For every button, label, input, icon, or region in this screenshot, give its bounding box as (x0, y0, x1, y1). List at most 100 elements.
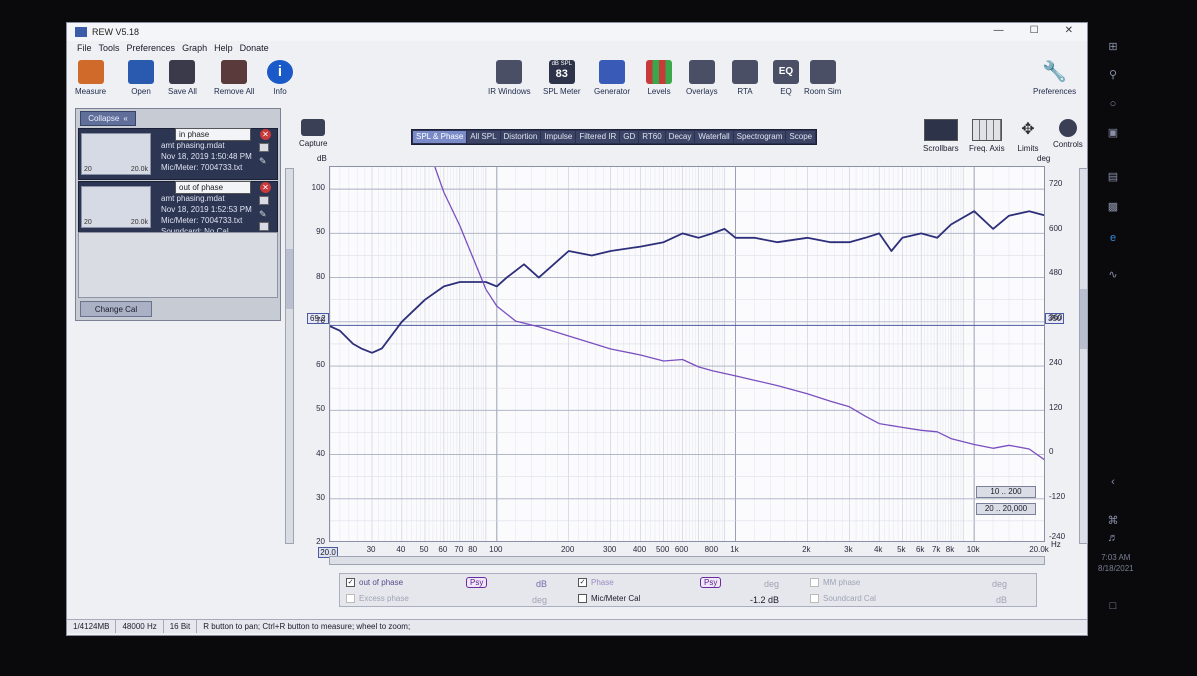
rew-taskbar-icon[interactable]: ∿ (1104, 268, 1122, 282)
scrollbar-thumb[interactable] (1080, 289, 1087, 349)
memory-status: 1/4124MB (67, 620, 117, 633)
menu-donate[interactable]: Donate (240, 43, 269, 53)
save-all-button[interactable]: Save All (168, 60, 197, 96)
task-view-icon[interactable]: ▣ (1104, 126, 1122, 140)
remove-measurement-icon[interactable]: ✕ (260, 182, 271, 193)
notifications-icon[interactable]: □ (1104, 600, 1122, 614)
scrollbar-thumb[interactable] (286, 249, 293, 309)
change-cal-button[interactable]: Change Cal (80, 301, 152, 317)
y-left-tick-label: 80 (316, 271, 325, 281)
search-icon[interactable]: ⚲ (1104, 68, 1122, 82)
menu-file[interactable]: File (77, 43, 92, 53)
spl-checkbox[interactable]: ✓ (346, 578, 355, 587)
bit-depth-status: 16 Bit (164, 620, 198, 633)
y-left-tick-label: 40 (316, 448, 325, 458)
measurement-name-field[interactable]: out of phase (175, 181, 251, 194)
edit-icon[interactable]: ✎ (259, 209, 269, 219)
graph-canvas[interactable] (330, 167, 1045, 542)
horizontal-scrollbar[interactable] (329, 556, 1045, 565)
measurement-item[interactable]: 20 20.0k out of phase ✕ amt phasing.mdat… (78, 181, 278, 236)
spl-psy-button[interactable]: Psy (466, 577, 488, 588)
controls-button[interactable]: Controls (1053, 119, 1083, 149)
phase-checkbox[interactable]: ✓ (578, 578, 587, 587)
rta-button[interactable]: RTA (732, 60, 758, 96)
range-10-200-button[interactable]: 10 .. 200 (976, 486, 1036, 498)
menu-help[interactable]: Help (214, 43, 233, 53)
phase-psy-button[interactable]: Psy (700, 577, 722, 588)
edge-icon[interactable]: e (1104, 232, 1122, 246)
spl-phase-graph[interactable]: 10 .. 200 20 .. 20,000 (329, 166, 1045, 542)
volume-icon[interactable]: ♬ (1104, 532, 1122, 546)
menu-graph[interactable]: Graph (182, 43, 207, 53)
spl-meter-button[interactable]: dB SPL 83 SPL Meter (543, 60, 581, 96)
excess-checkbox[interactable] (346, 594, 355, 603)
collapse-button[interactable]: Collapse « (80, 111, 136, 126)
overlays-button[interactable]: Overlays (686, 60, 718, 96)
legend-soundcard-row[interactable]: Soundcard Cal (810, 594, 876, 603)
tab-all-spl[interactable]: All SPL (467, 131, 500, 143)
x-tick-label: 70 (454, 545, 464, 554)
tab-gd[interactable]: GD (620, 131, 639, 143)
soundcard-checkbox[interactable] (810, 594, 819, 603)
sample-rate-status: 48000 Hz (116, 620, 164, 633)
preferences-button[interactable]: 🔧 Preferences (1033, 60, 1076, 96)
minimize-icon[interactable]: — (994, 25, 1004, 36)
measurement-item[interactable]: 20 20.0k in phase ✕ amt phasing.mdat Nov… (78, 128, 278, 180)
mm-phase-checkbox[interactable] (810, 578, 819, 587)
right-scrollbar[interactable] (1079, 168, 1088, 544)
file-explorer-icon[interactable]: ▤ (1104, 170, 1122, 184)
status-bar: 1/4124MB 48000 Hz 16 Bit R button to pan… (67, 619, 1087, 633)
eq-button[interactable]: EQ EQ (773, 60, 799, 96)
limits-button[interactable]: ✥ Limits (1015, 119, 1041, 153)
x-tick-label: 800 (704, 545, 719, 554)
remove-all-button[interactable]: Remove All (214, 60, 254, 96)
tab-scope[interactable]: Scope (786, 131, 816, 143)
menu-tools[interactable]: Tools (99, 43, 120, 53)
chevron-up-icon[interactable]: ‹ (1104, 476, 1122, 490)
tab-distortion[interactable]: Distortion (500, 131, 541, 143)
spl-trace (330, 210, 1044, 354)
tab-impulse[interactable]: Impulse (541, 131, 576, 143)
tab-rt60[interactable]: RT60 (639, 131, 665, 143)
ir-windows-button[interactable]: IR Windows (488, 60, 531, 96)
info-button[interactable]: i Info (267, 60, 293, 96)
freq-axis-button[interactable]: Freq. Axis (969, 119, 1005, 153)
menu-preferences[interactable]: Preferences (127, 43, 176, 53)
legend-spl-row[interactable]: ✓ out of phase (346, 578, 403, 587)
cortana-icon[interactable]: ○ (1104, 98, 1122, 112)
room-sim-button[interactable]: Room Sim (804, 60, 841, 96)
x-tick-label: 30 (366, 545, 376, 554)
legend-excess-row[interactable]: Excess phase (346, 594, 409, 603)
measurement-date: Nov 18, 2019 1:52:53 PM (161, 205, 252, 214)
tab-spl-phase[interactable]: SPL & Phase (413, 131, 467, 143)
left-scrollbar[interactable] (285, 168, 294, 544)
scrollbars-button[interactable]: Scrollbars (923, 119, 959, 153)
levels-button[interactable]: Levels (646, 60, 672, 96)
close-icon[interactable]: ✕ (1065, 25, 1073, 36)
windows-start-icon[interactable]: ⊞ (1104, 40, 1122, 54)
edit-icon[interactable]: ✎ (259, 156, 269, 166)
office-icon[interactable]: ▩ (1104, 200, 1122, 214)
legend-cal-row[interactable]: Mic/Meter Cal (578, 594, 640, 603)
save-measurement-icon[interactable] (259, 196, 269, 205)
measurement-name-field[interactable]: in phase (175, 128, 251, 141)
maximize-icon[interactable]: ☐ (1030, 25, 1039, 36)
cal-checkbox[interactable] (578, 594, 587, 603)
measure-button[interactable]: Measure (75, 60, 106, 96)
tab-decay[interactable]: Decay (665, 131, 695, 143)
range-20-20000-button[interactable]: 20 .. 20,000 (976, 503, 1036, 515)
right-axis-unit: deg (1037, 154, 1051, 163)
legend-mm-phase-row[interactable]: MM phase (810, 578, 860, 587)
network-icon[interactable]: ⌘ (1104, 514, 1122, 528)
tab-filtered-ir[interactable]: Filtered IR (576, 131, 620, 143)
save-measurement-icon[interactable] (259, 143, 269, 152)
remove-measurement-icon[interactable]: ✕ (260, 129, 271, 140)
notes-icon[interactable] (259, 222, 269, 231)
tab-spectrogram[interactable]: Spectrogram (733, 131, 786, 143)
legend-phase-row[interactable]: ✓ Phase (578, 578, 614, 587)
tab-waterfall[interactable]: Waterfall (695, 131, 733, 143)
generator-button[interactable]: Generator (594, 60, 630, 96)
levels-icon (646, 60, 672, 84)
capture-button[interactable]: Capture (299, 119, 327, 148)
open-button[interactable]: Open (128, 60, 154, 96)
